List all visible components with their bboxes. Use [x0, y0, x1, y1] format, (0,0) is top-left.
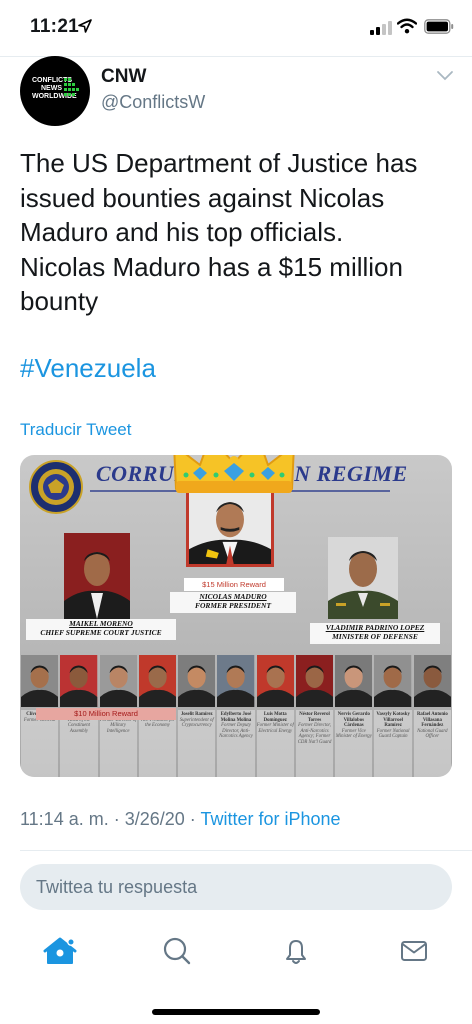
reward-15m-label: $15 Million Reward: [184, 578, 284, 591]
official-name: Néstor Reverol Torres: [299, 712, 330, 723]
tab-search[interactable]: [155, 929, 199, 973]
chevron-down-icon[interactable]: [436, 70, 454, 82]
avatar[interactable]: CONFLICTS NEWS WORLDWIDE: [20, 56, 90, 126]
official-role: Former Director of Military Intelligence: [99, 717, 137, 734]
official-photo: [21, 655, 59, 707]
tweet-text: The US Department of Justice has issued …: [20, 148, 418, 316]
official-photo: [178, 655, 216, 707]
battery-icon: [424, 19, 454, 34]
official-photo: [374, 655, 412, 707]
user-handle[interactable]: @ConflictsW: [101, 92, 205, 113]
official-name: Vassyly Kotosky Villarroel Ramírez: [376, 712, 410, 729]
status-time: 11:21: [30, 16, 80, 37]
official-name-card: Tareck El AissamiVice President for the …: [138, 710, 177, 777]
location-arrow-icon: [78, 19, 92, 33]
official-name: Nervis Gerardo Villalobos Cárdenas: [337, 712, 370, 729]
tweet-source-link[interactable]: Twitter for iPhone: [200, 809, 340, 829]
officials-photo-strip: [20, 655, 452, 707]
cellular-signal-icon: [370, 21, 392, 35]
official-role: Head of the Constituent Assembly: [67, 717, 91, 734]
official-name: Joselit Ramírez: [180, 712, 213, 717]
messages-envelope-icon: [401, 941, 427, 961]
reply-placeholder: Twittea tu respuesta: [36, 877, 198, 897]
official-name-card: Joselit Ramírez Superintendent of Cryptoc…: [178, 710, 216, 777]
official-role: Former National Guard Captain: [376, 728, 410, 740]
translate-tweet-link[interactable]: Traducir Tweet: [20, 420, 132, 440]
caption-padrino: VLADIMIR PADRINO LOPEZ MINISTER OF DEFEN…: [310, 623, 440, 644]
avatar-logo-text: CONFLICTS NEWS WORLDWIDE: [32, 77, 77, 100]
official-name-card: Hugo CarvajalFormer Director of Military…: [99, 710, 137, 777]
crown-emoji: [173, 455, 295, 493]
official-photo: [60, 655, 98, 707]
tweet-media-image[interactable]: CORRUP N REGIME $15 Million Reward NICOLA…: [20, 455, 452, 777]
official-photo: [295, 655, 334, 707]
home-icon: [43, 937, 77, 964]
official-photo: [217, 655, 255, 707]
tab-home[interactable]: [38, 929, 82, 973]
top-divider: [0, 56, 472, 57]
official-role: National Guard Officer: [417, 728, 448, 740]
official-name-card: Edylberto José Molina Molina Former Deput…: [217, 710, 255, 777]
reply-input[interactable]: Twittea tu respuesta: [20, 864, 452, 910]
official-name-card: Luis Motta Domínguez Former Minister of E…: [256, 710, 294, 777]
official-photo: [413, 655, 451, 707]
official-role: Superintendent of Cryptocurrency: [179, 717, 214, 729]
official-role: Former Vice Minister of Energy: [335, 728, 372, 740]
portrait-maduro: [186, 489, 274, 567]
official-name-card: Diosdado CabelloHead of the Constituent …: [60, 710, 98, 777]
caption-maduro: NICOLAS MADURO FORMER PRESIDENT: [170, 592, 296, 613]
official-name: Luis Motta Domínguez: [263, 712, 287, 723]
meta-divider: [20, 850, 472, 851]
hashtag-link[interactable]: #Venezuela: [20, 351, 156, 385]
official-photo: [335, 655, 373, 707]
official-name: Rafael Antonio Villasana Fernández: [416, 712, 448, 729]
tab-notifications[interactable]: [274, 929, 318, 973]
official-name-card: Clíver AlcaláFormer General: [21, 710, 59, 777]
official-name-card: Vassyly Kotosky Villarroel Ramírez Former…: [374, 710, 412, 777]
official-photo: [256, 655, 294, 707]
logo-bars-icon: [64, 78, 79, 96]
portrait-moreno: [64, 533, 130, 619]
home-indicator: [152, 1009, 320, 1015]
official-photo: [138, 655, 177, 707]
tab-messages[interactable]: [392, 929, 436, 973]
official-name-card: Néstor Reverol Torres Former Director, An…: [295, 710, 334, 777]
notifications-bell-icon: [286, 940, 306, 964]
caption-moreno: MAIKEL MORENO CHIEF SUPREME COURT JUSTIC…: [26, 619, 176, 640]
official-name-card: Rafael Antonio Villasana Fernández Nation…: [413, 710, 451, 777]
tweet-timestamp: 11:14 a. m. · 3/26/20 · Twitter for iPho…: [20, 809, 341, 829]
status-bar: 11:21: [0, 0, 472, 56]
official-role: Former Deputy Director, Anti-Narcotics A…: [219, 723, 253, 740]
official-role: Former Minister of Electrical Energy: [256, 723, 294, 734]
reward-10m-label: $10 Million Reward: [36, 708, 176, 720]
display-name[interactable]: CNW: [101, 66, 146, 88]
official-role: Former Director, Anti-Narcotics Agency; …: [297, 723, 332, 745]
doj-seal-icon: [29, 460, 83, 514]
bottom-tab-bar: [0, 925, 472, 985]
search-icon: [163, 937, 191, 965]
official-name-card: Nervis Gerardo Villalobos Cárdenas Former…: [335, 710, 373, 777]
official-photo: [99, 655, 137, 707]
official-name: Edylberto José Molina Molina: [220, 712, 252, 723]
officials-name-strip: Clíver AlcaláFormer GeneralDiosdado Cabe…: [20, 710, 452, 777]
wifi-icon: [397, 18, 417, 34]
portrait-padrino: [328, 537, 398, 619]
